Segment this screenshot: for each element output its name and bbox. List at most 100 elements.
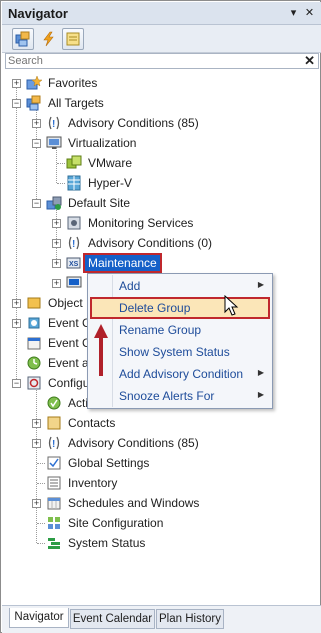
expand-icon[interactable]: + xyxy=(32,119,41,128)
tree-item-object[interactable]: + Object xyxy=(2,293,92,313)
tree-item-advisory-conditions-config[interactable]: + ! Advisory Conditions (85) xyxy=(2,433,302,453)
mouse-cursor-icon xyxy=(224,295,239,316)
tab-plan-history[interactable]: Plan History xyxy=(156,609,224,629)
collapse-icon[interactable]: − xyxy=(12,379,21,388)
toolbar xyxy=(2,25,321,53)
advisory-icon: ! xyxy=(48,436,60,450)
favorites-icon xyxy=(26,75,42,90)
tree-item-default-site[interactable]: − Default Site xyxy=(2,193,302,213)
tree-item-event-c1[interactable]: + Event C xyxy=(2,313,92,333)
tree-item-system-status[interactable]: System Status xyxy=(2,533,302,553)
targets-toolbar-button[interactable] xyxy=(12,28,34,50)
tree-item-all-targets[interactable]: − All Targets xyxy=(2,93,302,113)
tree-item-label: Default Site xyxy=(68,196,131,210)
menu-item-add[interactable]: Add ▶ xyxy=(90,275,270,297)
tree-item-virtualization[interactable]: − Virtualization xyxy=(2,133,302,153)
tree-item-label: Virtualization xyxy=(68,136,137,150)
tree-item-label: Configu xyxy=(48,376,90,390)
menu-item-label: Add xyxy=(119,279,141,293)
tree-item-label: Event a xyxy=(48,356,89,370)
tree-item-vmware[interactable]: VMware xyxy=(2,153,302,173)
tree-item-label: Advisory Conditions (85) xyxy=(68,116,199,130)
tree-item-advisory-conditions-0[interactable]: + ! Advisory Conditions (0) xyxy=(2,233,302,253)
expand-icon[interactable]: + xyxy=(52,279,61,288)
tree-line xyxy=(37,463,45,464)
tree-item-advisory-conditions[interactable]: + ! Advisory Conditions (85) xyxy=(2,113,302,133)
monitor-icon xyxy=(46,136,62,149)
expand-icon[interactable]: + xyxy=(12,79,21,88)
tree-item-actions[interactable]: Acti xyxy=(2,393,92,413)
advisory-icon: ! xyxy=(68,236,80,250)
tree-item-contacts[interactable]: + Contacts xyxy=(2,413,302,433)
svg-text:XS: XS xyxy=(69,261,79,268)
system-status-icon xyxy=(48,538,60,549)
menu-item-snooze-alerts[interactable]: Snooze Alerts For ▶ xyxy=(90,385,270,407)
hyper-v-icon xyxy=(67,175,81,191)
tree-line xyxy=(57,183,65,184)
menu-item-rename-group[interactable]: Rename Group xyxy=(90,319,270,341)
configuration-icon xyxy=(27,376,41,390)
tree-item-label: Contacts xyxy=(68,416,116,430)
svg-text:!: ! xyxy=(72,239,75,250)
notes-icon xyxy=(66,32,80,46)
vmware-icon xyxy=(66,155,82,169)
tree-item-label: Maintenance xyxy=(83,253,162,273)
context-menu: Add ▶ Delete Group Rename Group Show Sys… xyxy=(87,273,273,409)
clear-search-icon[interactable]: ✕ xyxy=(304,54,315,68)
targets-icon xyxy=(15,31,30,47)
expand-icon[interactable]: + xyxy=(52,239,61,248)
tree-item-label: Object xyxy=(48,296,83,310)
tree-item-event-a[interactable]: Event a xyxy=(2,353,92,373)
expand-icon[interactable]: + xyxy=(52,219,61,228)
submenu-arrow-icon: ▶ xyxy=(257,390,264,399)
collapse-icon[interactable]: − xyxy=(12,99,21,108)
expand-icon[interactable]: + xyxy=(32,419,41,428)
collapse-icon[interactable]: − xyxy=(32,139,41,148)
tree-item-global-settings[interactable]: Global Settings xyxy=(2,453,302,473)
targets-icon xyxy=(26,95,41,111)
tree-item-label: Event C xyxy=(48,336,91,350)
tree-item-monitoring-services[interactable]: + Monitoring Services xyxy=(2,213,302,233)
expand-icon[interactable]: + xyxy=(32,499,41,508)
tree-item-event-c2[interactable]: Event C xyxy=(2,333,92,353)
tree-item-label: Acti xyxy=(68,396,89,410)
close-button[interactable]: ✕ xyxy=(302,5,317,21)
tree-item-inventory[interactable]: Inventory xyxy=(2,473,302,493)
menu-item-label: Snooze Alerts For xyxy=(119,389,215,403)
navigator-panel: Navigator ▾ ✕ ✕ xyxy=(0,0,321,633)
tree-line xyxy=(37,543,45,544)
schedule-icon xyxy=(47,497,61,510)
alerts-toolbar-button[interactable] xyxy=(38,28,60,50)
advisory-icon: ! xyxy=(48,116,60,130)
expand-icon[interactable]: + xyxy=(52,259,61,268)
submenu-arrow-icon: ▶ xyxy=(257,368,264,377)
menu-item-add-advisory-condition[interactable]: Add Advisory Condition ▶ xyxy=(90,363,270,385)
inventory-icon xyxy=(47,476,61,490)
tree-item-hidden[interactable]: + xyxy=(2,273,82,293)
tree-item-favorites[interactable]: + Favorites xyxy=(2,73,302,93)
checklist-icon xyxy=(47,456,61,470)
expand-icon[interactable]: + xyxy=(32,439,41,448)
tree-item-configuration[interactable]: − Configu xyxy=(2,373,92,393)
search-input[interactable] xyxy=(8,54,298,68)
expand-icon[interactable]: + xyxy=(12,299,21,308)
tree-item-label: Favorites xyxy=(48,76,98,90)
tree-item-site-configuration[interactable]: Site Configuration xyxy=(2,513,302,533)
search-box: ✕ xyxy=(5,53,319,69)
menu-item-label: Add Advisory Condition xyxy=(119,367,244,381)
tree-item-hyper-v[interactable]: Hyper-V xyxy=(2,173,302,193)
pin-button[interactable]: ▾ xyxy=(286,5,301,21)
tree-item-schedules[interactable]: + Schedules and Windows xyxy=(2,493,302,513)
tab-navigator[interactable]: Navigator xyxy=(9,608,69,628)
event-icon xyxy=(28,317,40,329)
notes-toolbar-button[interactable] xyxy=(62,28,84,50)
tree-item-maintenance[interactable]: + XS Maintenance xyxy=(2,253,302,273)
menu-item-delete-group[interactable]: Delete Group xyxy=(90,297,270,319)
object-icon xyxy=(27,297,41,309)
menu-item-label: Rename Group xyxy=(119,323,202,337)
expand-icon[interactable]: + xyxy=(12,319,21,328)
tree-item-label: VMware xyxy=(88,156,133,170)
collapse-icon[interactable]: − xyxy=(32,199,41,208)
tab-event-calendar[interactable]: Event Calendar xyxy=(70,609,155,629)
menu-item-show-system-status[interactable]: Show System Status xyxy=(90,341,270,363)
